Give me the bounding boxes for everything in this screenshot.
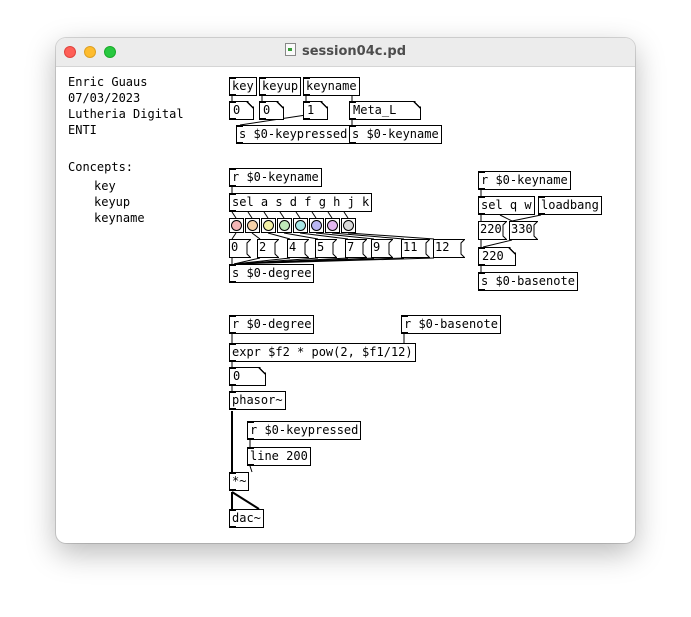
patch-window: session04c.pd Enric Guaus 07/03/2023 Lut…	[56, 38, 635, 543]
receive-keyname-object-2[interactable]: r $0-keyname	[478, 171, 571, 190]
school-comment: ENTI	[68, 123, 97, 137]
degree-message-2-label: 2	[259, 240, 267, 254]
bang-k-indicator	[343, 220, 354, 231]
degree-message-11[interactable]: 11	[401, 239, 430, 258]
degree-message-0[interactable]: 0	[229, 239, 251, 258]
send-basenote-object[interactable]: s $0-basenote	[478, 272, 578, 291]
bang-h[interactable]	[309, 218, 324, 233]
concept-key: key	[94, 179, 116, 193]
degree-message-5[interactable]: 5	[315, 239, 337, 258]
keyname-object[interactable]: keyname	[303, 77, 360, 96]
date-comment: 07/03/2023	[68, 91, 141, 105]
window-title: session04c.pd	[301, 44, 407, 59]
send-keyname-object[interactable]: s $0-keyname	[349, 125, 442, 144]
phasor-object[interactable]: phasor~	[229, 391, 286, 410]
degree-message-12-label: 12	[435, 240, 450, 254]
concept-keyup: keyup	[94, 195, 131, 209]
loadbang-object[interactable]: loadbang	[538, 196, 602, 215]
key-number-atom[interactable]: 0	[229, 101, 254, 120]
bang-j-indicator	[327, 220, 338, 231]
base-message-330[interactable]: 330	[509, 221, 538, 240]
concepts-heading: Concepts:	[68, 160, 134, 174]
bang-j[interactable]	[325, 218, 340, 233]
degree-message-4-label: 4	[289, 240, 297, 254]
base-message-220[interactable]: 220	[478, 221, 507, 240]
base-message-330-label: 330	[511, 222, 533, 236]
keyup-number-atom[interactable]: 0	[259, 101, 284, 120]
degree-message-9-label: 9	[373, 240, 381, 254]
degree-message-11-label: 11	[403, 240, 418, 254]
line-object[interactable]: line 200	[247, 447, 311, 466]
bang-a-indicator	[231, 220, 242, 231]
patch-canvas[interactable]: Enric Guaus 07/03/2023 Lutheria Digital …	[56, 67, 635, 543]
bang-d-indicator	[263, 220, 274, 231]
bang-s[interactable]	[245, 218, 260, 233]
select-qw-object[interactable]: sel q w	[478, 196, 535, 215]
receive-degree-object[interactable]: r $0-degree	[229, 315, 315, 334]
keyup-object[interactable]: keyup	[259, 77, 302, 96]
keyup-number-value: 0	[263, 103, 271, 117]
bang-k[interactable]	[341, 218, 356, 233]
key-number-value: 0	[233, 103, 241, 117]
bang-g[interactable]	[293, 218, 308, 233]
basenote-number-atom[interactable]: 220	[478, 247, 516, 266]
select-keys-object[interactable]: sel a s d f g h j k	[229, 193, 373, 212]
title-bar: session04c.pd	[56, 38, 635, 67]
bang-h-indicator	[311, 220, 322, 231]
key-object[interactable]: key	[229, 77, 257, 96]
author-comment: Enric Guaus	[68, 75, 148, 89]
degree-message-9[interactable]: 9	[371, 239, 393, 258]
dac-object[interactable]: dac~	[229, 509, 264, 528]
degree-message-4[interactable]: 4	[287, 239, 309, 258]
bang-s-indicator	[247, 220, 258, 231]
keyname-symbol-value: Meta_L	[353, 103, 397, 117]
keyname-number-atom[interactable]: 1	[303, 101, 328, 120]
degree-message-0-label: 0	[231, 240, 239, 254]
degree-message-2[interactable]: 2	[257, 239, 279, 258]
course-comment: Lutheria Digital	[68, 107, 184, 121]
frequency-number-value: 0	[233, 369, 241, 383]
frequency-number-atom[interactable]: 0	[229, 367, 266, 386]
send-keypressed-object[interactable]: s $0-keypressed	[236, 125, 351, 144]
receive-keypressed-object[interactable]: r $0-keypressed	[247, 421, 362, 440]
bang-d[interactable]	[261, 218, 276, 233]
keyname-number-value: 1	[307, 103, 315, 117]
window-title-wrap: session04c.pd	[56, 38, 635, 66]
bang-f-indicator	[279, 220, 290, 231]
bang-a[interactable]	[229, 218, 244, 233]
degree-message-7-label: 7	[347, 240, 355, 254]
degree-message-7[interactable]: 7	[345, 239, 367, 258]
receive-keyname-object-1[interactable]: r $0-keyname	[229, 168, 322, 187]
document-icon	[284, 43, 296, 56]
concept-keyname: keyname	[94, 211, 145, 225]
bang-g-indicator	[295, 220, 306, 231]
send-degree-object[interactable]: s $0-degree	[229, 264, 315, 283]
signal-multiply-object[interactable]: *~	[229, 472, 250, 491]
bang-f[interactable]	[277, 218, 292, 233]
degree-message-12[interactable]: 12	[433, 239, 465, 258]
base-message-220-label: 220	[480, 222, 502, 236]
receive-basenote-object[interactable]: r $0-basenote	[401, 315, 501, 334]
expr-object[interactable]: expr $f2 * pow(2, $f1/12)	[229, 343, 416, 362]
degree-message-5-label: 5	[317, 240, 325, 254]
keyname-symbol-atom[interactable]: Meta_L	[349, 101, 421, 120]
basenote-number-value: 220	[482, 249, 504, 263]
